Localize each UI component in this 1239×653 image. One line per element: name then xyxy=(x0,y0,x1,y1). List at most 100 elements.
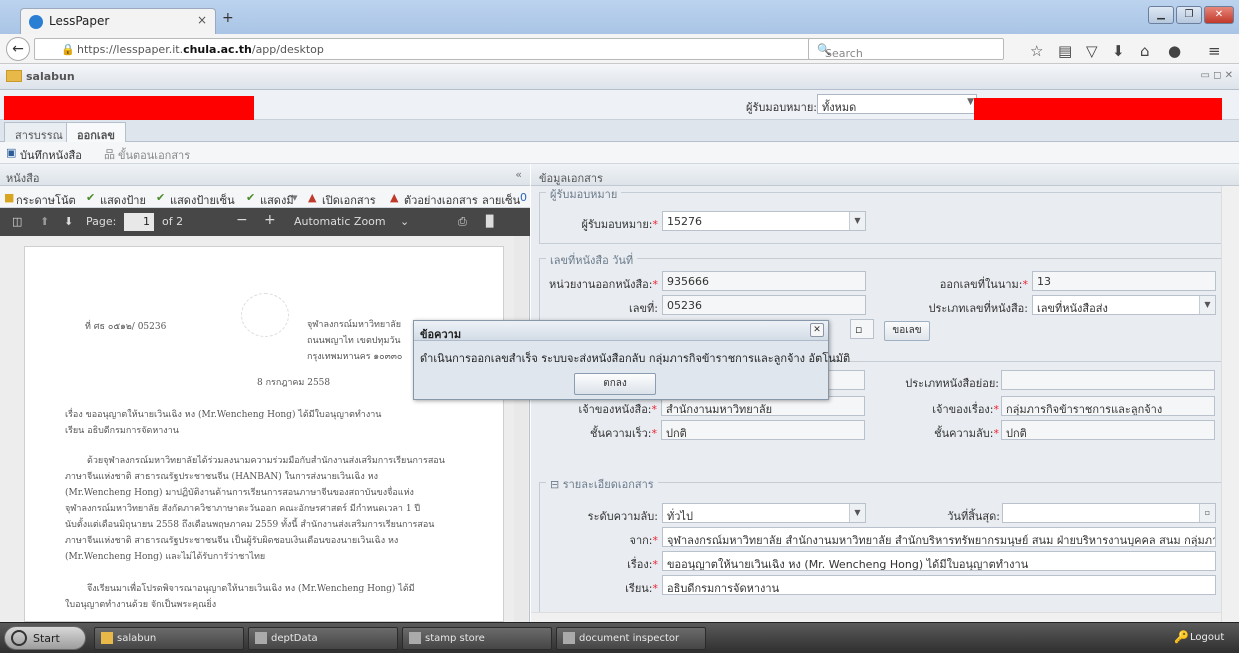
doc-paragraph-line: ด้วยจุฬาลงกรณ์มหาวิทยาลัยได้ร่วมลงนามควา… xyxy=(87,456,445,466)
calendar-icon[interactable]: ▫ xyxy=(850,319,874,339)
request-number-button[interactable]: ขอเลข xyxy=(884,321,930,341)
bookmark-star-icon[interactable]: ☆ xyxy=(1030,42,1043,60)
document-steps-button[interactable]: ขั้นตอนเอกสาร xyxy=(118,146,190,164)
issuer-field[interactable]: 935666 xyxy=(662,271,866,291)
workflow-icon: 品 xyxy=(104,148,115,161)
assignee-label: ผู้รับมอบหมาย:* xyxy=(581,218,658,231)
tab-saraban[interactable]: สารบรรณ xyxy=(4,122,74,142)
message-dialog: ข้อความ ✕ ดำเนินการออกเลขสำเร็จ ระบบจะส่… xyxy=(413,320,850,400)
page-number-input[interactable]: 1 xyxy=(124,213,154,231)
viewer-header: หนังสือ « xyxy=(0,164,530,186)
end-date-label: วันที่สิ้นสุด: xyxy=(947,510,1000,523)
internal-number-field[interactable]: 13 xyxy=(1032,271,1216,291)
chevron-down-icon: ▼ xyxy=(849,212,865,230)
previous-page-icon[interactable]: ⬆ xyxy=(40,215,49,228)
next-page-icon[interactable]: ⬇ xyxy=(64,215,73,228)
doc-reference: ที่ ศธ ๐๕๑๒/ 05236 xyxy=(85,322,167,332)
start-button[interactable]: Start xyxy=(4,626,86,650)
details-legend: ⊟ รายละเอียดเอกสาร xyxy=(546,475,658,493)
university-emblem-icon xyxy=(241,293,289,337)
zoom-in-button[interactable]: + xyxy=(264,212,276,228)
pdf-icon: ▲ xyxy=(308,191,317,204)
to-field[interactable]: อธิบดีกรมการจัดหางาน xyxy=(662,575,1216,595)
pocket-icon[interactable]: ▽ xyxy=(1086,42,1098,60)
lock-icon: 🔒 xyxy=(61,43,75,56)
taskbar-item-label: document inspector xyxy=(579,633,680,644)
address-bar[interactable]: 🔒 https://lesspaper.it.chula.ac.th/app/d… xyxy=(34,38,848,60)
taskbar-item-stamp-store[interactable]: stamp store xyxy=(402,627,552,650)
taskbar-item-salabun[interactable]: salabun xyxy=(94,627,244,650)
chevron-down-icon: ▼ xyxy=(849,504,865,522)
number-type-select[interactable]: เลขที่หนังสือส่ง ▼ xyxy=(1032,295,1216,315)
maximize-window-button[interactable]: ❐ xyxy=(1176,6,1202,24)
new-tab-button[interactable]: + xyxy=(222,10,234,26)
collapse-icon[interactable]: ⊟ xyxy=(550,478,563,491)
calendar-icon[interactable]: ▫ xyxy=(1199,504,1215,522)
reading-list-icon[interactable]: ▤ xyxy=(1058,42,1072,60)
browser-tab[interactable]: LessPaper × xyxy=(20,8,216,34)
print-icon[interactable]: ⎙ xyxy=(458,215,467,229)
search-placeholder: 🔍 Search xyxy=(817,43,863,60)
show-label-button[interactable]: แสดงป้าย xyxy=(100,191,146,207)
download-icon[interactable]: ⬇ xyxy=(1112,42,1125,60)
story-owner-label: เจ้าของเรื่อง:* xyxy=(932,403,999,416)
folder-icon xyxy=(101,632,113,644)
stamp-icon xyxy=(409,632,421,644)
logout-button[interactable]: 🔑 Logout xyxy=(1164,628,1234,649)
show-signature-label-button[interactable]: แสดงป้ายเซ็น xyxy=(170,191,235,207)
close-icon[interactable]: ✕ xyxy=(810,323,824,337)
page-label: Page: xyxy=(86,215,117,228)
sticky-note-button[interactable]: กระดาษโน้ต xyxy=(16,191,76,207)
sidebar-toggle-icon[interactable]: ◫ xyxy=(12,215,22,228)
viewer-scrollbar[interactable] xyxy=(514,236,528,622)
preview-document-button[interactable]: ตัวอย่างเอกสาร xyxy=(404,191,478,207)
show-stamp-button[interactable]: แสดงมี xyxy=(260,191,294,207)
window-controls-icon[interactable]: ▭ ◻ ✕ xyxy=(1201,70,1234,81)
chevron-down-icon[interactable]: ▾ xyxy=(292,191,298,204)
subject-field[interactable]: ขออนุญาตให้นายเวินเฉิง หง (Mr. Wencheng … xyxy=(662,551,1216,571)
close-window-button[interactable]: ✕ xyxy=(1204,6,1234,24)
document-action-bar: ▣ บันทึกหนังสือ 品 ขั้นตอนเอกสาร xyxy=(0,142,1239,164)
info-vertical-scrollbar[interactable] xyxy=(1221,186,1239,622)
taskbar-item-document-inspector[interactable]: document inspector xyxy=(556,627,706,650)
story-owner-field[interactable]: กลุ่มภารกิจข้าราชการและลูกจ้าง xyxy=(1001,396,1215,416)
secrecy-field[interactable]: ปกติ xyxy=(1001,420,1215,440)
urgency-field[interactable]: ปกติ xyxy=(661,420,865,440)
inspector-icon xyxy=(563,632,575,644)
open-document-button[interactable]: เปิดเอกสาร xyxy=(322,191,376,207)
signature-label: ลายเซ็น xyxy=(482,194,521,207)
search-input[interactable]: 🔍 Search xyxy=(808,38,1004,60)
home-icon[interactable]: ⌂ xyxy=(1140,42,1150,60)
doc-paragraph-line: ภาษาจีนแห่งชาติ สาธารณรัฐประชาชนจีน (HAN… xyxy=(65,472,378,482)
chat-icon[interactable]: ● xyxy=(1168,42,1181,60)
tab-close-icon[interactable]: × xyxy=(197,13,207,27)
number-field[interactable]: 05236 xyxy=(662,295,866,315)
info-horizontal-scrollbar[interactable] xyxy=(531,612,1221,622)
to-label: เรียน:* xyxy=(625,582,658,595)
assignee-filter-select[interactable]: ทั้งหมด ▼ xyxy=(817,94,977,114)
subtype-field[interactable] xyxy=(1001,370,1215,390)
zoom-select[interactable]: Automatic Zoom xyxy=(294,215,386,228)
ok-button[interactable]: ตกลง xyxy=(574,373,656,395)
menu-icon[interactable]: ≡ xyxy=(1208,42,1221,60)
taskbar-item-deptdata[interactable]: deptData xyxy=(248,627,398,650)
owner-label: เจ้าของหนังสือ:* xyxy=(578,403,657,416)
collapse-left-icon[interactable]: « xyxy=(515,168,522,181)
from-field[interactable]: จุฬาลงกรณ์มหาวิทยาลัย สำนักงานมหาวิทยาลั… xyxy=(662,527,1216,547)
doc-date: 8 กรกฎาคม 2558 xyxy=(257,378,331,388)
download-icon[interactable]: ▉ xyxy=(486,215,494,228)
assignee-select[interactable]: 15276 ▼ xyxy=(662,211,866,231)
zoom-out-button[interactable]: − xyxy=(236,212,248,228)
end-date-field[interactable]: ▫ xyxy=(1002,503,1216,523)
taskbar: Start salabun deptData stamp store docum… xyxy=(0,622,1239,653)
viewer-title: หนังสือ xyxy=(6,172,40,185)
minimize-window-button[interactable]: ▁ xyxy=(1148,6,1174,24)
tab-issue-number[interactable]: ออกเลข xyxy=(66,122,126,142)
chevron-down-icon: ▼ xyxy=(967,97,974,107)
level-select[interactable]: ทั่วไป ▼ xyxy=(662,503,866,523)
doc-paragraph-line: (Mr.Wencheng Hong) และไม่ได้รับการัว่าชา… xyxy=(65,552,266,562)
doc-paragraph-line: ภาษาจีนแห่งชาติ สาธารณรัฐประชาชนจีน เป็น… xyxy=(65,536,399,546)
folder-icon xyxy=(6,70,22,82)
save-document-button[interactable]: บันทึกหนังสือ xyxy=(20,146,82,164)
back-arrow-icon[interactable]: ← xyxy=(6,37,30,61)
